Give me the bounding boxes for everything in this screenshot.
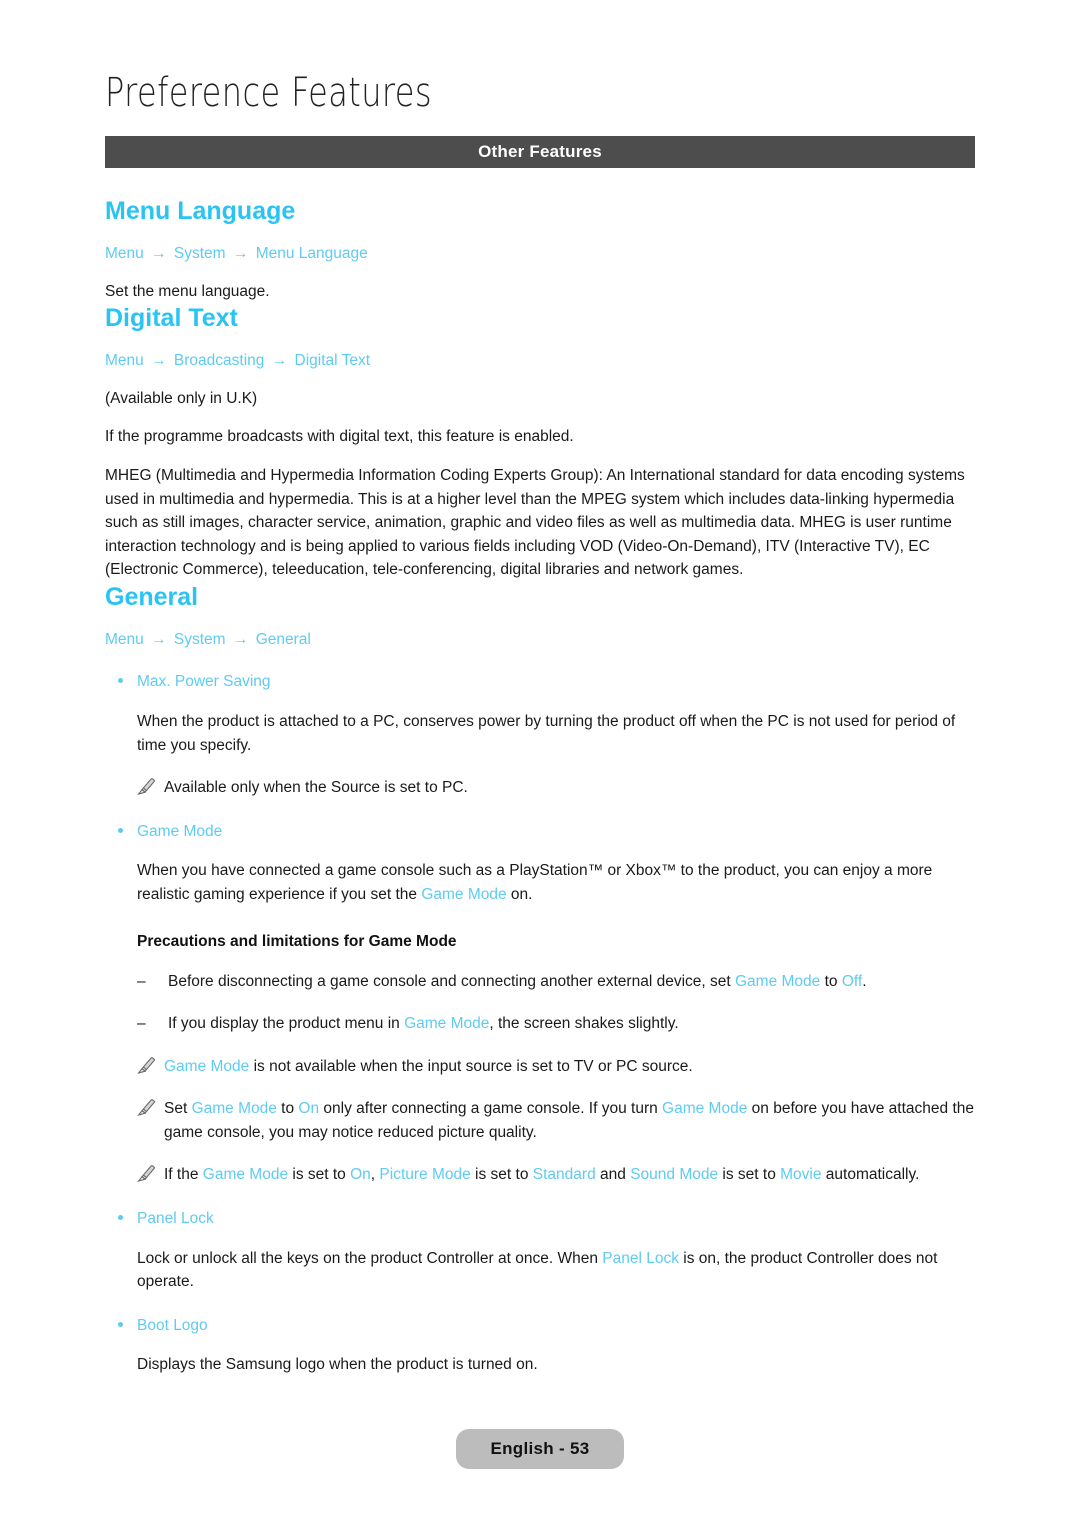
- breadcrumb-item: System: [173, 630, 226, 648]
- arrow-icon: →: [151, 630, 167, 648]
- inline-link-game-mode: Game Mode: [191, 1100, 277, 1118]
- dash-item-2: – If you display the product menu in Game…: [137, 1012, 985, 1036]
- text-fragment: Before disconnecting a game console and …: [168, 972, 735, 990]
- breadcrumb-item: Digital Text: [294, 352, 371, 370]
- inline-link-off: Off: [841, 972, 863, 990]
- note-max-power-saving: Available only when the Source is set to…: [137, 776, 985, 800]
- page-title: Preference Features: [105, 70, 432, 116]
- section-bar: Other Features: [105, 136, 975, 168]
- list-item-boot-logo: Boot Logo: [105, 1315, 985, 1337]
- text-fragment: If the: [164, 1166, 203, 1184]
- option-label-max-power-saving: Max. Power Saving: [137, 673, 271, 691]
- page-content: Menu Language Menu → System → Menu Langu…: [105, 196, 985, 1377]
- bullet-dot-icon: [118, 1214, 123, 1220]
- heading-general: General: [105, 582, 199, 611]
- inline-link-picture-mode: Picture Mode: [379, 1166, 471, 1184]
- text-fragment: automatically.: [821, 1166, 920, 1184]
- text-fragment: is set to: [718, 1166, 781, 1184]
- bullet-dot-icon: [118, 678, 123, 684]
- breadcrumb-item: Menu: [105, 245, 144, 262]
- list-item-game-mode: Game Mode: [105, 821, 985, 843]
- paragraph-digital-text: If the programme broadcasts with digital…: [105, 428, 574, 446]
- note-game-mode-1: Game Mode is not available when the inpu…: [137, 1055, 985, 1079]
- detail-boot-logo: Displays the Samsung logo when the produ…: [137, 1353, 985, 1377]
- text-fragment: to: [820, 972, 842, 990]
- text-fragment: only after connecting a game console. If…: [319, 1100, 663, 1118]
- page-number-badge: English - 53: [456, 1429, 624, 1469]
- dash-icon: –: [137, 972, 146, 990]
- dash-icon: –: [137, 1015, 146, 1033]
- arrow-icon: →: [151, 352, 167, 370]
- paragraph-mheg: MHEG (Multimedia and Hypermedia Informat…: [105, 467, 965, 579]
- detail-max-power-saving: When the product is attached to a PC, co…: [137, 710, 985, 800]
- heading-digital-text: Digital Text: [105, 304, 238, 333]
- pencil-icon: [137, 1099, 156, 1117]
- pencil-icon: [137, 778, 156, 796]
- inline-link-on: On: [298, 1100, 320, 1118]
- note-text: Available only when the Source is set to…: [164, 779, 468, 797]
- pencil-icon: [137, 1056, 156, 1074]
- heading-menu-language: Menu Language: [105, 197, 296, 225]
- paragraph-boot-logo: Displays the Samsung logo when the produ…: [137, 1356, 538, 1374]
- subheading-precautions: Precautions and limitations for Game Mod…: [137, 932, 457, 950]
- note-game-mode-2: Set Game Mode to On only after connectin…: [137, 1097, 985, 1144]
- section-bar-label: Other Features: [478, 142, 602, 161]
- text-fragment: Set: [164, 1100, 192, 1118]
- text-fragment: on.: [506, 886, 533, 903]
- option-label-game-mode: Game Mode: [137, 822, 223, 840]
- inline-link-sound-mode: Sound Mode: [630, 1166, 719, 1184]
- option-label-panel-lock: Panel Lock: [137, 1209, 214, 1227]
- note-game-mode-3: If the Game Mode is set to On, Picture M…: [137, 1163, 985, 1187]
- text-fragment: is set to: [288, 1166, 351, 1184]
- paragraph-menu-language: Set the menu language.: [105, 282, 270, 300]
- text-fragment: is set to: [470, 1166, 533, 1184]
- breadcrumb-item: System: [173, 245, 226, 262]
- paragraph-max-power-saving: When the product is attached to a PC, co…: [137, 713, 956, 754]
- inline-link-game-mode: Game Mode: [734, 972, 821, 990]
- paragraph-game-mode: When you have connected a game console s…: [137, 859, 985, 906]
- breadcrumb-item: Broadcasting: [173, 352, 265, 370]
- text-fragment: , the screen shakes slightly.: [489, 1015, 679, 1033]
- breadcrumb-general: Menu → System → General: [105, 629, 985, 651]
- breadcrumb-item: Menu: [105, 630, 144, 648]
- note-text: is not available when the input source i…: [249, 1057, 693, 1075]
- paragraph-panel-lock: Lock or unlock all the keys on the produ…: [137, 1247, 985, 1294]
- breadcrumb-digital-text: Menu → Broadcasting → Digital Text: [105, 350, 985, 372]
- inline-link-game-mode: Game Mode: [404, 1015, 490, 1033]
- breadcrumb-item: Menu Language: [255, 245, 368, 262]
- pencil-icon: [137, 1165, 156, 1183]
- inline-link-game-mode: Game Mode: [164, 1057, 250, 1075]
- arrow-icon: →: [232, 245, 249, 262]
- breadcrumb-item: Menu: [105, 352, 144, 370]
- arrow-icon: →: [232, 630, 249, 648]
- text-fragment: Lock or unlock all the keys on the produ…: [137, 1249, 603, 1267]
- inline-link-on: On: [350, 1166, 371, 1184]
- breadcrumb-item: General: [255, 630, 311, 648]
- text-fragment: and: [595, 1166, 631, 1184]
- text-fragment: When you have connected a game console s…: [137, 862, 933, 903]
- page-footer: English - 53: [0, 1429, 1080, 1469]
- inline-link-game-mode: Game Mode: [421, 886, 507, 903]
- arrow-icon: →: [151, 245, 167, 262]
- bullet-dot-icon: [118, 827, 123, 833]
- inline-link-game-mode: Game Mode: [202, 1166, 289, 1184]
- manual-page: Preference Features Other Features Menu …: [0, 0, 1080, 1519]
- inline-link-movie: Movie: [780, 1166, 822, 1184]
- inline-link-panel-lock: Panel Lock: [602, 1249, 679, 1267]
- availability-note-digital-text: (Available only in U.K): [105, 389, 258, 407]
- option-label-boot-logo: Boot Logo: [137, 1316, 208, 1334]
- inline-link-standard: Standard: [532, 1166, 596, 1184]
- text-fragment: .: [862, 972, 867, 990]
- dash-item-1: – Before disconnecting a game console and…: [137, 970, 985, 994]
- list-item-max-power-saving: Max. Power Saving: [105, 671, 985, 693]
- list-item-panel-lock: Panel Lock: [105, 1208, 985, 1230]
- bullet-dot-icon: [118, 1321, 123, 1327]
- detail-game-mode: When you have connected a game console s…: [137, 859, 985, 1186]
- inline-link-game-mode: Game Mode: [662, 1100, 748, 1118]
- text-fragment: to: [276, 1100, 299, 1118]
- breadcrumb-menu-language: Menu → System → Menu Language: [105, 243, 985, 265]
- arrow-icon: →: [271, 352, 288, 370]
- text-fragment: If you display the product menu in: [168, 1015, 405, 1033]
- detail-panel-lock: Lock or unlock all the keys on the produ…: [137, 1247, 985, 1294]
